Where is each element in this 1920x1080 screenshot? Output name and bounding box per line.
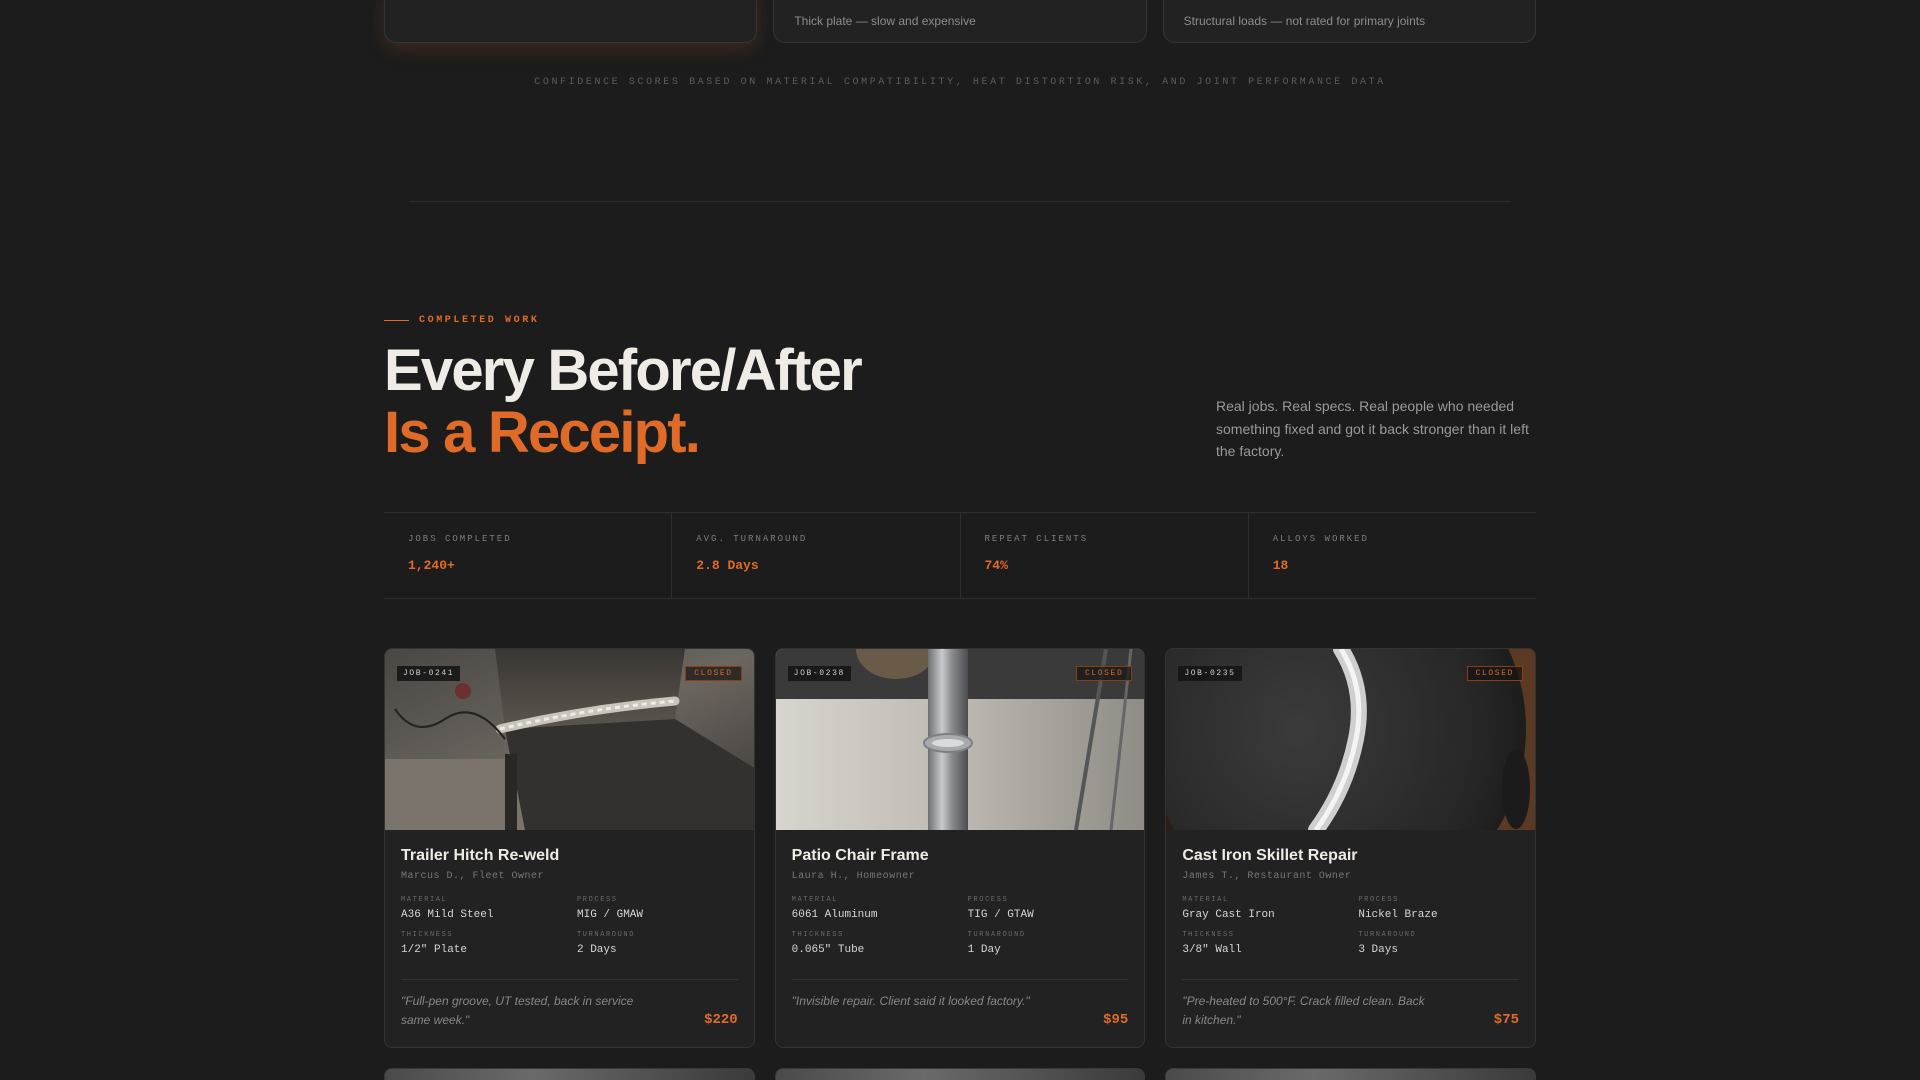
job-specs: MATERIAL 6061 Aluminum PROCESS TIG / GTA…	[792, 896, 1129, 956]
spec-value: TIG / GTAW	[967, 909, 1034, 921]
stat-label: JOBS COMPLETED	[408, 534, 512, 544]
status-badge: CLOSED	[1466, 666, 1524, 681]
spec-value: 2 Days	[577, 944, 617, 956]
job-card[interactable]: JOB-0241 CLOSED Trailer Hitch Re-weld Ma…	[384, 648, 755, 1048]
spec-process: PROCESS MIG / GMAW	[577, 896, 738, 921]
job-photo-cast-iron-skillet: JOB-0235 CLOSED	[1166, 649, 1536, 830]
section-headline: Every Before/After Is a Receipt.	[384, 338, 863, 465]
job-id-tag: JOB-0241	[397, 666, 461, 681]
spec-label: PROCESS	[577, 896, 618, 904]
stat-label: REPEAT CLIENTS	[984, 534, 1089, 544]
spec-value: 1/2" Plate	[401, 944, 468, 956]
prior-card: Structural loads — not rated for primary…	[1162, 0, 1536, 43]
stat-avg-turnaround: AVG. TURNAROUND 2.8 Days	[671, 513, 959, 598]
spec-material: MATERIAL 6061 Aluminum	[792, 896, 968, 921]
spec-turnaround: TURNAROUND 1 Day	[968, 931, 1129, 956]
stat-value: 2.8 Days	[696, 558, 759, 573]
stat-repeat-clients: REPEAT CLIENTS 74%	[959, 513, 1248, 598]
job-footer: "Pre-heated to 500°F. Crack filled clean…	[1182, 979, 1520, 1047]
spec-material: MATERIAL A36 Mild Steel	[401, 896, 577, 921]
spec-label: PROCESS	[967, 896, 1009, 904]
prior-card	[384, 0, 758, 43]
job-quote: "Pre-heated to 500°F. Crack filled clean…	[1182, 994, 1425, 1027]
eyebrow-label: COMPLETED WORK	[419, 315, 540, 326]
prior-card-note: Thick plate — slow and expensive	[794, 14, 976, 28]
spec-label: TURNAROUND	[967, 931, 1026, 939]
status-badge: CLOSED	[1075, 666, 1133, 681]
section-divider	[409, 201, 1511, 202]
stat-alloys-worked: ALLOYS WORKED 18	[1247, 513, 1536, 598]
prior-card-note: Structural loads — not rated for primary…	[1183, 14, 1426, 28]
job-card-partial[interactable]	[1165, 1068, 1537, 1080]
stats-bar: JOBS COMPLETED 1,240+ AVG. TURNAROUND 2.…	[384, 512, 1536, 599]
job-client: Marcus D., Fleet Owner	[401, 871, 545, 882]
spec-value: 6061 Aluminum	[791, 909, 878, 921]
spec-process: PROCESS TIG / GTAW	[968, 896, 1129, 921]
job-price: $75	[1493, 1012, 1520, 1028]
spec-value: Gray Cast Iron	[1182, 909, 1275, 921]
prior-card: Thick plate — slow and expensive	[773, 0, 1147, 43]
job-specs: MATERIAL Gray Cast Iron PROCESS Nickel B…	[1182, 896, 1519, 956]
spec-turnaround: TURNAROUND 3 Days	[1358, 931, 1519, 956]
spec-value: 3/8" Wall	[1182, 944, 1242, 956]
job-photo-trailer-hitch: JOB-0241 CLOSED	[385, 649, 754, 830]
job-id-tag: JOB-0238	[787, 666, 851, 681]
job-title: Patio Chair Frame	[791, 847, 929, 864]
job-photo-patio-chair: JOB-0238 CLOSED	[775, 649, 1145, 830]
spec-label: MATERIAL	[791, 896, 839, 904]
job-id-tag: JOB-0235	[1178, 666, 1242, 681]
prior-cards-row: Thick plate — slow and expensive Structu…	[384, 0, 1536, 43]
section-eyebrow: COMPLETED WORK	[384, 315, 539, 326]
headline-line-1: Every Before/After	[384, 338, 863, 403]
stat-value: 74%	[984, 558, 1008, 573]
spec-process: PROCESS Nickel Braze	[1358, 896, 1519, 921]
job-footer: "Full-pen groove, UT tested, back in ser…	[401, 979, 738, 1047]
job-client: Laura H., Homeowner	[791, 871, 916, 882]
headline-line-2: Is a Receipt.	[384, 400, 701, 465]
spec-label: THICKNESS	[401, 931, 454, 939]
spec-value: 3 Days	[1358, 944, 1398, 956]
job-specs: MATERIAL A36 Mild Steel PROCESS MIG / GM…	[401, 896, 738, 956]
job-price: $95	[1103, 1012, 1129, 1028]
spec-value: Nickel Braze	[1358, 909, 1438, 921]
job-client: James T., Restaurant Owner	[1182, 871, 1352, 882]
next-job-card-row	[384, 1068, 1537, 1080]
spec-label: TURNAROUND	[1358, 931, 1417, 939]
job-card[interactable]: JOB-0238 CLOSED Patio Chair Frame Laura …	[774, 648, 1146, 1048]
job-footer: "Invisible repair. Client said it looked…	[791, 979, 1129, 1047]
spec-thickness: THICKNESS 0.065" Tube	[792, 931, 968, 956]
job-title: Trailer Hitch Re-weld	[401, 847, 560, 864]
stat-value: 1,240+	[408, 558, 455, 573]
job-card[interactable]: JOB-0235 CLOSED Cast Iron Skillet Repair…	[1165, 648, 1537, 1048]
spec-label: MATERIAL	[1182, 896, 1229, 904]
spec-label: THICKNESS	[1182, 931, 1235, 939]
stat-value: 18	[1272, 558, 1289, 573]
job-quote: "Invisible repair. Client said it looked…	[791, 994, 1030, 1008]
spec-material: MATERIAL Gray Cast Iron	[1182, 896, 1358, 921]
spec-label: TURNAROUND	[577, 931, 636, 939]
stat-jobs-completed: JOBS COMPLETED 1,240+	[384, 513, 671, 598]
confidence-footnote: CONFIDENCE SCORES BASED ON MATERIAL COMP…	[534, 77, 1386, 88]
section-blurb: Real jobs. Real specs. Real people who n…	[1216, 398, 1529, 459]
spec-value: 0.065" Tube	[791, 944, 865, 956]
spec-value: A36 Mild Steel	[401, 909, 494, 921]
eyebrow-rule	[384, 320, 409, 321]
job-card-partial[interactable]	[384, 1068, 755, 1080]
job-card-partial[interactable]	[774, 1068, 1146, 1080]
stat-label: AVG. TURNAROUND	[696, 534, 808, 544]
status-badge: CLOSED	[685, 666, 742, 681]
job-price: $220	[704, 1012, 738, 1028]
spec-label: MATERIAL	[401, 896, 448, 904]
spec-turnaround: TURNAROUND 2 Days	[577, 931, 738, 956]
stat-label: ALLOYS WORKED	[1272, 534, 1369, 544]
spec-label: PROCESS	[1358, 896, 1399, 904]
job-card-grid: JOB-0241 CLOSED Trailer Hitch Re-weld Ma…	[384, 648, 1537, 1048]
spec-value: 1 Day	[967, 944, 1001, 956]
job-quote: "Full-pen groove, UT tested, back in ser…	[401, 994, 634, 1027]
job-title: Cast Iron Skillet Repair	[1182, 847, 1358, 864]
spec-label: THICKNESS	[791, 931, 844, 939]
spec-thickness: THICKNESS 3/8" Wall	[1182, 931, 1358, 956]
spec-value: MIG / GMAW	[577, 909, 644, 921]
spec-thickness: THICKNESS 1/2" Plate	[401, 931, 577, 956]
